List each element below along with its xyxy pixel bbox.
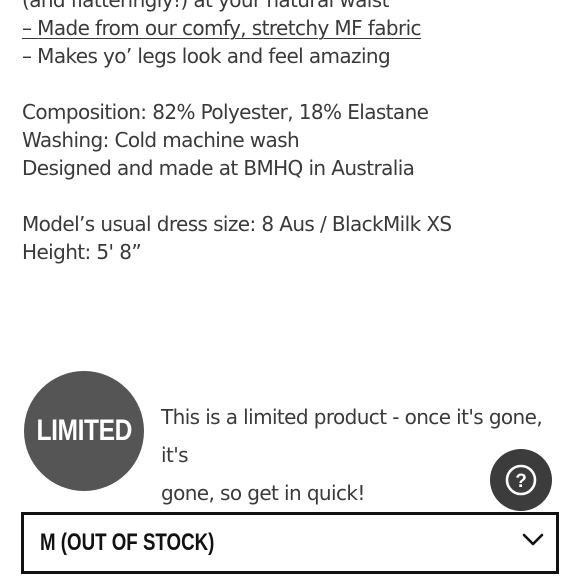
product-description: (and flatteringly!) at your natural wais… [22, 0, 562, 266]
description-waist-line: (and flatteringly!) at your natural wais… [22, 0, 389, 12]
washing-text: Washing: Cold machine wash [22, 128, 300, 152]
chevron-down-icon [522, 533, 544, 546]
question-circle-icon: ? [505, 464, 537, 496]
description-legs-line: – Makes yo’ legs look and feel amazing [22, 44, 391, 68]
model-height-text: Height: 5' 8” [22, 240, 142, 264]
help-button[interactable]: ? [490, 449, 552, 511]
limited-badge: LIMITED [24, 371, 144, 491]
limited-notice-line1: This is a limited product - once it's go… [161, 405, 543, 467]
origin-text: Designed and made at BMHQ in Australia [22, 156, 415, 180]
fabric-link[interactable]: – Made from our comfy, stretchy MF fabri… [22, 16, 422, 40]
composition-text: Composition: 82% Polyester, 18% Elastane [22, 100, 429, 124]
limited-badge-label: LIMITED [36, 414, 132, 447]
size-select-value: M (OUT OF STOCK) [40, 529, 215, 556]
limited-notice-line2: gone, so get in quick! [161, 481, 365, 505]
size-select[interactable]: M (OUT OF STOCK) [21, 512, 559, 574]
model-size-text: Model’s usual dress size: 8 Aus / BlackM… [22, 212, 452, 236]
svg-text:?: ? [515, 471, 527, 492]
